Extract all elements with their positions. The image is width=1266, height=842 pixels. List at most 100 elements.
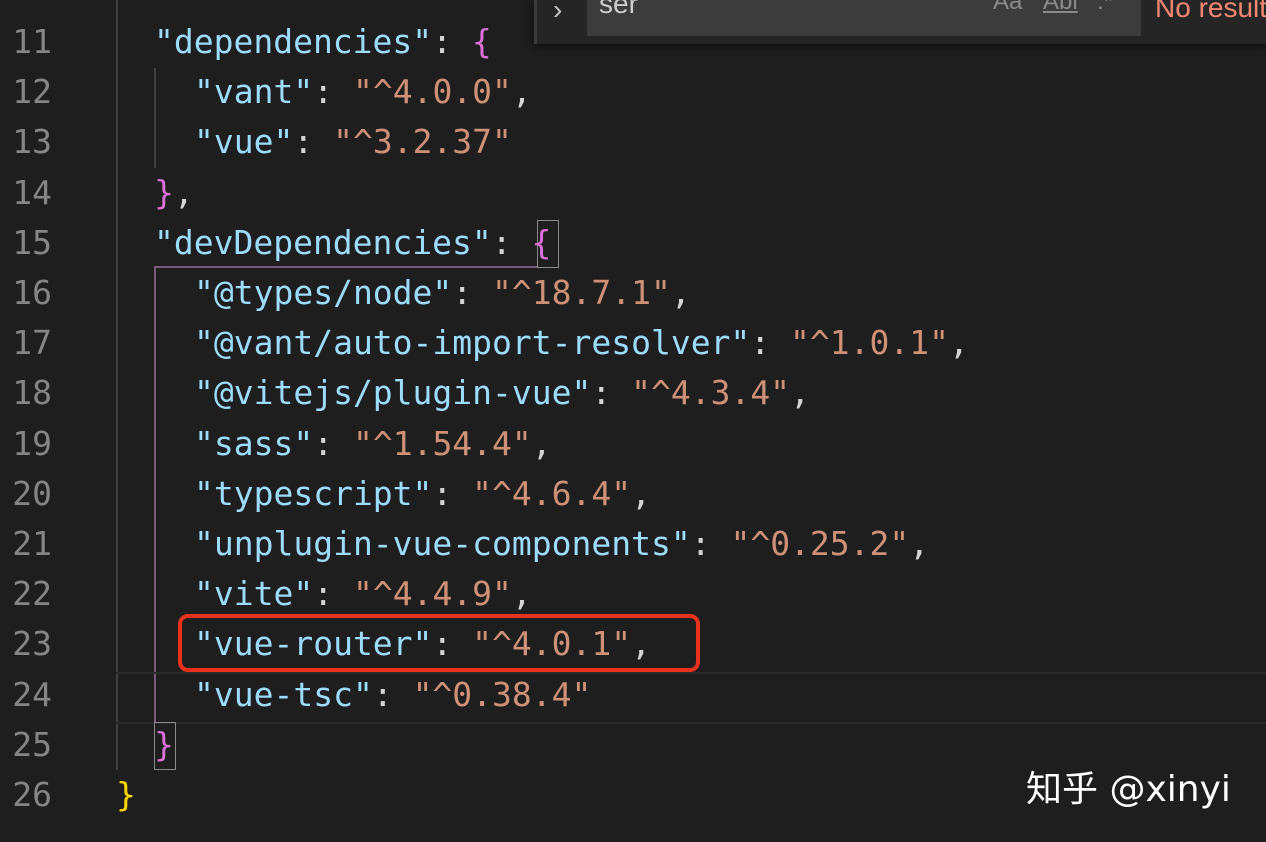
line-number: 21 bbox=[0, 519, 52, 569]
find-input-value: ser bbox=[599, 0, 638, 14]
code-text: "vue-tsc": "^0.38.4" bbox=[194, 670, 591, 720]
line-number: 25 bbox=[0, 720, 52, 770]
code-line[interactable]: 19 "sass": "^1.54.4", bbox=[0, 419, 1266, 469]
match-case-icon[interactable]: Aa bbox=[993, 0, 1022, 12]
regex-icon[interactable]: .* bbox=[1097, 0, 1113, 12]
code-editor[interactable]: 11"dependencies": {12"vant": "^4.0.0",13… bbox=[0, 0, 1266, 842]
code-text: }, bbox=[154, 168, 194, 218]
json-value: "^0.25.2" bbox=[730, 524, 909, 563]
colon-separator: : bbox=[313, 424, 353, 463]
line-number: 16 bbox=[0, 268, 52, 318]
colon-separator: : bbox=[452, 273, 492, 312]
json-value: "^4.3.4" bbox=[631, 373, 790, 412]
closing-brace: } bbox=[154, 173, 174, 212]
json-key: "sass" bbox=[194, 424, 313, 463]
colon-separator: : bbox=[373, 675, 413, 714]
trailing-comma: , bbox=[512, 574, 532, 613]
trailing-comma: , bbox=[174, 173, 194, 212]
trailing-comma: , bbox=[909, 524, 929, 563]
whole-word-icon[interactable]: Abl bbox=[1043, 0, 1078, 12]
code-text: "vue": "^3.2.37" bbox=[194, 117, 512, 167]
code-text: "@vitejs/plugin-vue": "^4.3.4", bbox=[194, 368, 810, 418]
code-line[interactable]: 21 "unplugin-vue-components": "^0.25.2", bbox=[0, 519, 1266, 569]
code-text: "vant": "^4.0.0", bbox=[194, 67, 532, 117]
code-line[interactable]: 14}, bbox=[0, 168, 1266, 218]
json-key: "unplugin-vue-components" bbox=[194, 524, 691, 563]
json-key: "vite" bbox=[194, 574, 313, 613]
line-number: 14 bbox=[0, 168, 52, 218]
line-number: 18 bbox=[0, 368, 52, 418]
code-text: "vite": "^4.4.9", bbox=[194, 569, 532, 619]
opening-brace: { bbox=[472, 22, 492, 61]
trailing-comma: , bbox=[949, 323, 969, 362]
colon-separator: : bbox=[313, 72, 353, 111]
json-value: "^4.4.9" bbox=[353, 574, 512, 613]
line-number: 24 bbox=[0, 670, 52, 720]
code-line[interactable]: 15 "devDependencies": { bbox=[0, 218, 1266, 268]
code-line[interactable]: 18 "@vitejs/plugin-vue": "^4.3.4", bbox=[0, 368, 1266, 418]
line-number: 15 bbox=[0, 218, 52, 268]
json-key: "vue" bbox=[194, 122, 293, 161]
trailing-comma: , bbox=[512, 72, 532, 111]
colon-separator: : bbox=[691, 524, 731, 563]
json-value: "^1.0.1" bbox=[790, 323, 949, 362]
trailing-comma: , bbox=[671, 273, 691, 312]
code-text: "dependencies": { bbox=[154, 17, 492, 67]
line-number: 19 bbox=[0, 419, 52, 469]
closing-brace: } bbox=[154, 725, 174, 764]
find-widget: › ser Aa Abl .* No results bbox=[534, 0, 1266, 44]
colon-separator: : bbox=[432, 474, 472, 513]
find-status: No results bbox=[1155, 0, 1266, 24]
json-value: "^18.7.1" bbox=[492, 273, 671, 312]
trailing-comma: , bbox=[631, 474, 651, 513]
code-text: } bbox=[154, 720, 174, 770]
json-key: "typescript" bbox=[194, 474, 432, 513]
code-line[interactable]: 16 "@types/node": "^18.7.1", bbox=[0, 268, 1266, 318]
json-key: "@types/node" bbox=[194, 273, 452, 312]
line-number: 20 bbox=[0, 469, 52, 519]
json-key: "vant" bbox=[194, 72, 313, 111]
line-number: 12 bbox=[0, 67, 52, 117]
line-number: 11 bbox=[0, 17, 52, 67]
colon-separator: : bbox=[492, 223, 532, 262]
chevron-right-icon[interactable]: › bbox=[553, 0, 562, 26]
line-number: 13 bbox=[0, 117, 52, 167]
colon-separator: : bbox=[750, 323, 790, 362]
json-key: "@vant/auto-import-resolver" bbox=[194, 323, 750, 362]
json-value: "^1.54.4" bbox=[353, 424, 532, 463]
line-number: 22 bbox=[0, 569, 52, 619]
code-text: "@vant/auto-import-resolver": "^1.0.1", bbox=[194, 318, 969, 368]
annotation-highlight-box bbox=[178, 614, 700, 672]
code-line[interactable]: 17 "@vant/auto-import-resolver": "^1.0.1"… bbox=[0, 318, 1266, 368]
watermark: 知乎 @xinyi bbox=[1026, 760, 1231, 812]
code-text: } bbox=[116, 770, 136, 820]
json-key: "dependencies" bbox=[154, 22, 432, 61]
colon-separator: : bbox=[293, 122, 333, 161]
json-key: "devDependencies" bbox=[154, 223, 492, 262]
closing-brace: } bbox=[116, 775, 136, 814]
code-line[interactable]: 22 "vite": "^4.4.9", bbox=[0, 569, 1266, 619]
code-text: "@types/node": "^18.7.1", bbox=[194, 268, 691, 318]
code-line[interactable]: 20 "typescript": "^4.6.4", bbox=[0, 469, 1266, 519]
json-value: "^4.6.4" bbox=[472, 474, 631, 513]
line-number: 23 bbox=[0, 619, 52, 669]
json-value: "^3.2.37" bbox=[333, 122, 512, 161]
find-input[interactable]: ser Aa Abl .* bbox=[587, 0, 1141, 36]
json-value: "^4.0.0" bbox=[353, 72, 512, 111]
json-key: "@vitejs/plugin-vue" bbox=[194, 373, 591, 412]
json-key: "vue-tsc" bbox=[194, 675, 373, 714]
code-line[interactable]: 13 "vue": "^3.2.37" bbox=[0, 117, 1266, 167]
colon-separator: : bbox=[313, 574, 353, 613]
code-text: "typescript": "^4.6.4", bbox=[194, 469, 651, 519]
json-value: "^0.38.4" bbox=[413, 675, 592, 714]
code-text: "sass": "^1.54.4", bbox=[194, 419, 552, 469]
opening-brace: { bbox=[532, 223, 552, 262]
code-line[interactable]: 12 "vant": "^4.0.0", bbox=[0, 67, 1266, 117]
line-number: 26 bbox=[0, 770, 52, 820]
code-line[interactable]: 24 "vue-tsc": "^0.38.4" bbox=[0, 670, 1266, 720]
trailing-comma: , bbox=[790, 373, 810, 412]
line-number: 17 bbox=[0, 318, 52, 368]
colon-separator: : bbox=[591, 373, 631, 412]
trailing-comma: , bbox=[532, 424, 552, 463]
code-text: "devDependencies": { bbox=[154, 218, 551, 268]
